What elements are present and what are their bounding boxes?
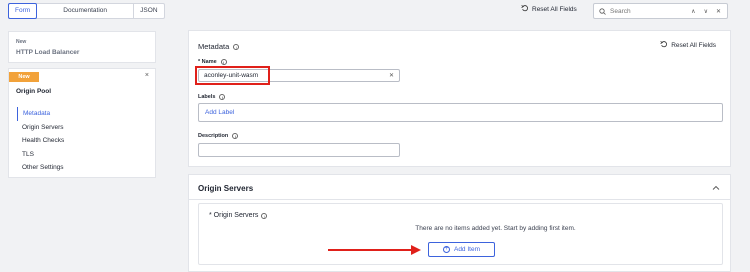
add-item-label: Add Item bbox=[453, 246, 480, 253]
metadata-panel: Metadata i Reset All Fields * Name i aco… bbox=[188, 30, 731, 167]
sidebar-item-metadata[interactable]: Metadata bbox=[17, 107, 64, 121]
sidebar-card-origin-pool: New × Origin Pool Metadata Origin Server… bbox=[8, 68, 156, 178]
card-title: HTTP Load Balancer bbox=[16, 49, 80, 56]
plus-circle-icon: + bbox=[442, 246, 450, 253]
close-icon[interactable]: ✕ bbox=[716, 8, 721, 15]
new-badge: New bbox=[9, 72, 39, 82]
metadata-title-row: Metadata i bbox=[198, 42, 240, 51]
reset-all-fields-label: Reset All Fields bbox=[671, 42, 716, 49]
add-item-button[interactable]: + Add Item bbox=[428, 242, 495, 257]
tab-form[interactable]: Form bbox=[8, 3, 38, 19]
sidebar-item-other-settings[interactable]: Other Settings bbox=[17, 161, 64, 175]
search-icon bbox=[599, 2, 606, 20]
empty-state-text: There are no items added yet. Start by a… bbox=[415, 225, 576, 232]
name-label-text: * Name bbox=[198, 59, 217, 65]
reset-all-fields-label: Reset All Fields bbox=[532, 6, 577, 13]
search-input[interactable] bbox=[610, 7, 680, 15]
field-label-text: * Origin Servers bbox=[209, 212, 259, 219]
section-title: Metadata bbox=[198, 42, 230, 51]
reset-all-fields-button[interactable]: Reset All Fields bbox=[521, 5, 577, 14]
name-field-label: * Name i bbox=[198, 59, 227, 65]
labels-field-label: Labels i bbox=[198, 94, 226, 100]
sidebar-item-origin-servers[interactable]: Origin Servers bbox=[17, 121, 64, 135]
reset-all-fields-button[interactable]: Reset All Fields bbox=[660, 41, 716, 50]
clear-icon[interactable]: ✕ bbox=[389, 72, 394, 79]
divider bbox=[189, 199, 730, 200]
reset-icon bbox=[521, 5, 529, 14]
chevron-up-icon[interactable]: ∧ bbox=[691, 8, 695, 15]
sidebar-item-health-checks[interactable]: Health Checks bbox=[17, 134, 64, 148]
origin-servers-panel: Origin Servers * Origin Servers i There … bbox=[188, 174, 731, 272]
search-box: ∧ ∨ ✕ bbox=[593, 3, 728, 19]
info-icon[interactable]: i bbox=[261, 212, 268, 219]
info-icon[interactable]: i bbox=[219, 94, 226, 100]
description-label-text: Description bbox=[198, 133, 229, 139]
origin-servers-list: * Origin Servers i There are no items ad… bbox=[198, 203, 723, 265]
section-title: Origin Servers bbox=[198, 184, 254, 193]
view-tabs: Form Documentation JSON bbox=[8, 3, 165, 19]
section-nav: Metadata Origin Servers Health Checks TL… bbox=[17, 107, 64, 175]
status-label: New bbox=[16, 39, 27, 45]
tab-documentation[interactable]: Documentation bbox=[37, 4, 135, 18]
info-icon[interactable]: i bbox=[233, 43, 240, 50]
origin-servers-field-label: * Origin Servers i bbox=[209, 212, 268, 219]
tab-json[interactable]: JSON bbox=[134, 4, 163, 18]
highlight-box bbox=[195, 66, 270, 85]
chevron-down-icon[interactable]: ∨ bbox=[704, 8, 708, 15]
sidebar-card-http-load-balancer[interactable]: New HTTP Load Balancer bbox=[8, 31, 156, 63]
chevron-up-icon[interactable] bbox=[712, 184, 720, 193]
annotation-arrow-icon bbox=[328, 245, 421, 255]
card-title: Origin Pool bbox=[16, 88, 52, 95]
info-icon[interactable]: i bbox=[220, 59, 227, 65]
info-icon[interactable]: i bbox=[232, 133, 239, 139]
labels-label-text: Labels bbox=[198, 94, 216, 100]
close-icon[interactable]: × bbox=[145, 72, 149, 79]
description-field[interactable] bbox=[198, 143, 400, 157]
reset-icon bbox=[660, 41, 668, 50]
description-field-label: Description i bbox=[198, 133, 239, 139]
top-toolbar: Form Documentation JSON Reset All Fields… bbox=[0, 0, 750, 22]
sidebar-item-tls[interactable]: TLS bbox=[17, 148, 64, 162]
add-label-input[interactable]: Add Label bbox=[198, 103, 723, 122]
